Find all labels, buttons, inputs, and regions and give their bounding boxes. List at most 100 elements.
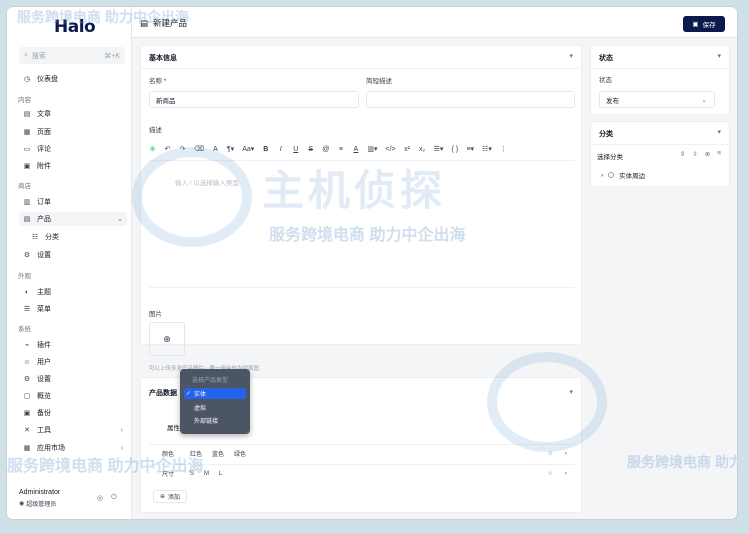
nav-group-system: 系统 [18, 326, 31, 333]
sidebar-item-plugins[interactable]: ⌁ 插件 [19, 338, 127, 352]
sidebar-item-pages[interactable]: ▦ 页面 [19, 125, 127, 139]
sidebar-item-attachments[interactable]: ▣ 附件 [19, 159, 127, 173]
app-logo[interactable]: Halo [54, 17, 96, 37]
sidebar-item-themes[interactable]: ◐ 主题 [19, 285, 127, 299]
toolbar-redo-button[interactable]: ↷ [179, 145, 186, 153]
star-icon[interactable]: ☆ [548, 470, 553, 477]
sidebar-item-posts[interactable]: ▤ 文章 [19, 107, 127, 121]
toolbar-more-button[interactable]: ⋮ [500, 145, 507, 153]
collapse-icon[interactable]: ▾ [569, 52, 573, 60]
chevron-right-icon: › [120, 444, 123, 452]
chevron-right-icon[interactable]: › [601, 172, 603, 179]
toolbar-strike-button[interactable]: S [307, 146, 314, 153]
sidebar-item-overview[interactable]: ▢ 概览 [19, 389, 127, 403]
product-type-option-virtual[interactable]: 虚拟 [184, 402, 246, 413]
toolbar-text-color-button[interactable]: A [352, 146, 359, 153]
sidebar-item-orders[interactable]: ▥ 订单 [19, 195, 127, 209]
comment-icon: ▭ [23, 146, 31, 153]
sidebar-item-store-settings[interactable]: ⚙ 设置 [19, 248, 127, 262]
user-name: Administrator [19, 489, 61, 496]
profile-icon[interactable]: ◎ [97, 494, 103, 502]
sidebar-item-label: 产品 [37, 216, 51, 223]
editor-placeholder: 输入 / 以选择输入类型 [175, 180, 239, 187]
toolbar-align-button[interactable]: ≡▾ [466, 145, 474, 153]
toolbar-code-block-button[interactable]: { } [451, 146, 459, 153]
expand-icon[interactable]: ⇕ [680, 150, 685, 158]
toolbar-list-button[interactable]: ☰▾ [434, 145, 444, 153]
save-button[interactable]: ▣ 保存 [683, 16, 725, 32]
toolbar-bold-button[interactable]: B [262, 146, 269, 153]
sidebar-item-categories[interactable]: ☷ 分类 [27, 230, 127, 244]
toolbar-mention-button[interactable]: @ [322, 146, 329, 153]
toolbar-table-button[interactable]: ☷▾ [482, 145, 492, 153]
sidebar-item-dashboard[interactable]: ◷ 仪表盘 [19, 72, 127, 86]
nav-group-store: 商店 [18, 183, 31, 190]
name-label: 名称 * [149, 78, 167, 85]
sidebar-item-menus[interactable]: ☰ 菜单 [19, 302, 127, 316]
sidebar-item-label: 设置 [37, 376, 51, 383]
attribute-row: 尺寸 S M L ☆ › [149, 464, 575, 482]
filter-icon[interactable]: ≡ [717, 150, 721, 158]
sidebar-item-label: 页面 [37, 129, 51, 136]
sidebar-item-comments[interactable]: ▭ 评论 [19, 142, 127, 156]
editor-toolbar: ⊕ ↶ ↷ ⌫ A ¶▾ Aa▾ B I U S @ ≡ A ▥▾ </> x²… [149, 142, 575, 156]
chevron-down-icon: ⌄ [117, 216, 123, 223]
tab-attributes[interactable]: 属性 [167, 422, 180, 432]
chevron-right-icon: › [120, 426, 123, 434]
add-attribute-button[interactable]: ⊕ 添加 [153, 490, 188, 503]
toolbar-paragraph-button[interactable]: ¶▾ [227, 145, 234, 153]
search-box[interactable]: ⌕ 搜索 ⌘+K [19, 47, 125, 64]
sidebar-item-products[interactable]: ▤ 产品 ⌄ [19, 212, 127, 226]
sidebar-item-settings[interactable]: ⚙ 设置 [19, 372, 127, 386]
logout-icon[interactable]: ⏻ [111, 494, 117, 502]
chevron-right-icon[interactable]: › [565, 451, 567, 457]
toolbar-bg-color-button[interactable]: ▥▾ [367, 145, 377, 153]
page-title: ▤ 新建产品 [140, 17, 187, 29]
user-icon: ☺ [23, 358, 31, 366]
category-radio[interactable] [608, 172, 615, 178]
folder-icon: ▣ [23, 163, 31, 170]
toolbar-format-painter-button[interactable]: A [212, 146, 219, 153]
dropdown-header: 选择产品类型 [192, 378, 229, 384]
sidebar-item-label: 概览 [37, 393, 51, 400]
dashboard-icon: ◷ [23, 76, 31, 83]
toolbar-highlight-button[interactable]: ≡ [337, 146, 344, 153]
product-type-option-physical[interactable]: ✓ 实体 [184, 388, 246, 399]
shield-icon: ◉ [19, 501, 25, 507]
collapse-icon[interactable]: ▾ [717, 128, 721, 136]
status-label: 状态 [599, 77, 612, 84]
toolbar-subscript-button[interactable]: x₂ [419, 146, 426, 153]
product-type-option-external[interactable]: 外部链接 [184, 415, 246, 426]
name-field[interactable]: 新商品 [149, 91, 359, 108]
toolbar-underline-button[interactable]: U [292, 146, 299, 153]
star-icon[interactable]: ☆ [548, 450, 553, 457]
toolbar-italic-button[interactable]: I [277, 146, 284, 153]
sidebar-item-backup[interactable]: ▣ 备份 [19, 406, 127, 420]
status-select[interactable]: 发布 ⌄ [599, 91, 715, 108]
toolbar-undo-button[interactable]: ↶ [164, 145, 171, 153]
collapse-all-icon[interactable]: ⇳ [692, 150, 697, 158]
description-editor[interactable]: 输入 / 以选择输入类型 [149, 160, 575, 288]
collapse-icon[interactable]: ▾ [569, 388, 573, 396]
add-circle-icon[interactable]: ⊕ [705, 150, 710, 158]
product-icon: ▤ [140, 17, 149, 28]
toolbar-add-block-button[interactable]: ⊕ [149, 145, 156, 153]
category-tree-item[interactable]: › 实体周边 [601, 170, 645, 181]
sidebar-item-users[interactable]: ☺ 用户 [19, 355, 127, 369]
toolbar-code-button[interactable]: </> [386, 146, 396, 153]
sidebar-item-app-market[interactable]: ▦ 应用市场 › [19, 441, 127, 455]
chevron-right-icon[interactable]: › [565, 471, 567, 477]
attribute-row: 颜色 红色 蓝色 绿色 ☆ › [149, 444, 575, 462]
sidebar: Halo ⌕ 搜索 ⌘+K ◷ 仪表盘 内容 ▤ 文章 ▦ 页面 ▭ 评论 ▣ … [7, 7, 132, 519]
toolbar-clear-format-button[interactable]: ⌫ [194, 145, 204, 153]
check-icon: ✓ [186, 391, 192, 397]
toolbar-font-size-button[interactable]: Aa▾ [242, 145, 254, 153]
collapse-icon[interactable]: ▾ [717, 52, 721, 60]
plus-circle-icon: ⊕ [160, 494, 166, 500]
short-desc-field[interactable] [366, 91, 575, 108]
image-upload-button[interactable]: ⊕ [149, 322, 185, 356]
sidebar-item-tools[interactable]: ✕ 工具 › [19, 423, 127, 437]
product-type-dropdown: 选择产品类型 ✓ 实体 虚拟 外部链接 [180, 369, 250, 434]
attribute-value: S [190, 470, 195, 477]
toolbar-superscript-button[interactable]: x² [404, 146, 411, 153]
